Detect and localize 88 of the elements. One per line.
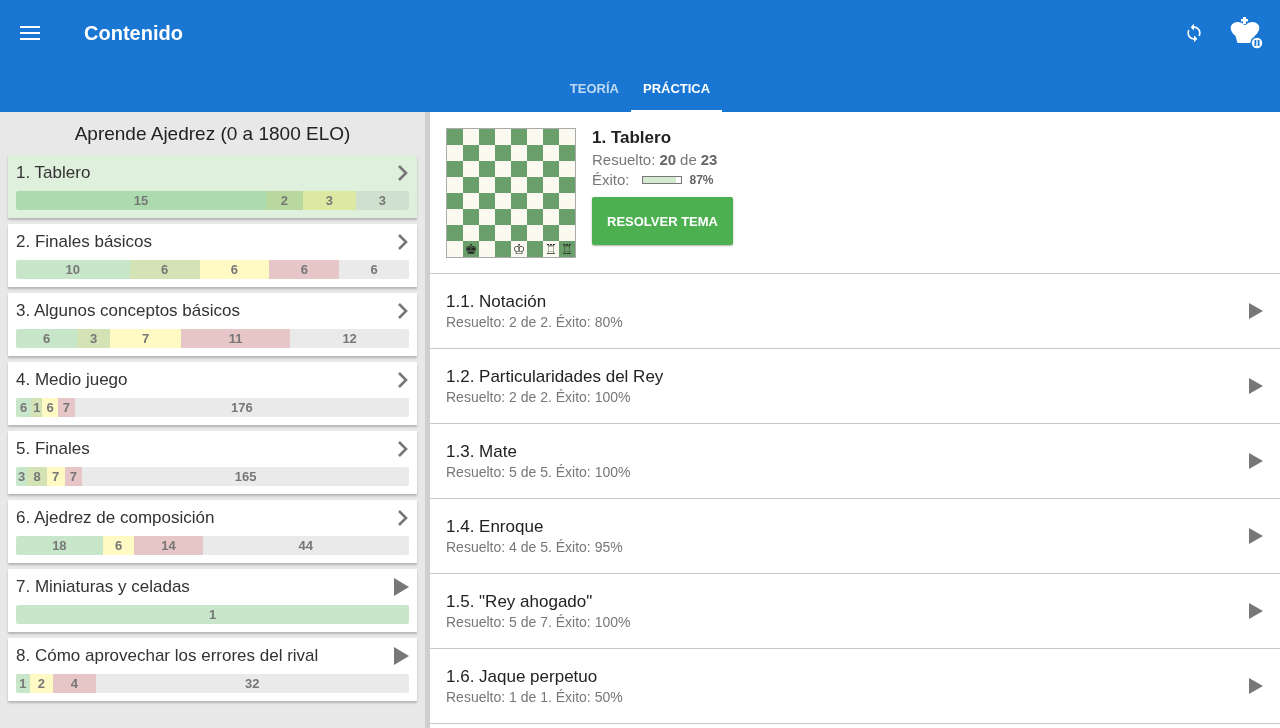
lesson-row[interactable]: 1.2. Particularidades del Rey Resuelto: 2 de 2. Éxito: 100% (430, 349, 1280, 424)
progress-segment: 6 (102, 536, 135, 555)
chapter-card[interactable]: 7. Miniaturas y celadas 1 (8, 569, 417, 632)
chevron-right-icon (397, 371, 409, 389)
play-icon (1249, 528, 1263, 544)
chapter-title: 2. Finales básicos (16, 232, 153, 252)
lesson-row[interactable]: 1.1. Notación Resuelto: 2 de 2. Éxito: 80% (430, 274, 1280, 349)
chapter-title: 7. Miniaturas y celadas (16, 577, 190, 597)
progress-segment: 14 (134, 536, 203, 555)
total-count: 23 (700, 151, 718, 168)
progress-segment: 8 (27, 467, 47, 486)
chapter-title: 6. Ajedrez de composición (16, 508, 215, 528)
sync-icon (1184, 23, 1204, 43)
chess-piece: ♔ (512, 241, 526, 257)
chevron-right-icon (397, 509, 409, 527)
play-icon (393, 578, 409, 596)
chapter-title: 1. Tablero (16, 163, 91, 183)
king-crown-icon (1228, 16, 1264, 50)
lesson-title: 1.6. Jaque perpetuo (446, 667, 599, 687)
chess-piece: ♖ (544, 241, 558, 257)
progress-segment: 6 (16, 398, 32, 417)
lesson-row[interactable]: 1.3. Mate Resuelto: 5 de 5. Éxito: 100% (430, 424, 1280, 499)
lesson-title: 1.3. Mate (446, 442, 518, 462)
chess-piece: ♖ (560, 241, 574, 257)
chevron-right-icon (397, 440, 409, 458)
progress-segment: 3 (302, 191, 356, 210)
play-icon (1249, 378, 1263, 394)
progress-segment: 6 (129, 260, 200, 279)
solved-label: Resuelto: (592, 151, 656, 168)
progress-segment: 6 (16, 329, 78, 348)
progress-segment: 3 (16, 467, 28, 486)
chapter-card[interactable]: 3. Algunos conceptos básicos 6 3 7 11 12 (8, 293, 417, 356)
play-icon (393, 647, 409, 665)
chapter-title: 5. Finales (16, 439, 90, 459)
menu-icon (20, 26, 40, 40)
lesson-summary: Resuelto: 1 de 1. Éxito: 50% (446, 689, 623, 705)
play-icon (1249, 303, 1263, 319)
chapter-card[interactable]: 6. Ajedrez de composición 18 6 14 44 (8, 500, 417, 563)
play-icon (1249, 453, 1263, 469)
solved-count: 20 (659, 151, 677, 168)
lesson-title: 1.5. "Rey ahogado" (446, 592, 594, 612)
progress-segment: 10 (16, 260, 130, 279)
lesson-summary: Resuelto: 5 de 5. Éxito: 100% (446, 464, 631, 480)
progress-segment: 1 (31, 398, 43, 417)
lesson-title: 1.4. Enroque (446, 517, 545, 537)
progress-segment: 3 (355, 191, 409, 210)
lesson-row[interactable]: 1.6. Jaque perpetuo Resuelto: 1 de 1. Éxito: 50% (430, 649, 1280, 724)
lesson-title: 1.1. Notación (446, 292, 548, 312)
lesson-title: 1.2. Particularidades del Rey (446, 367, 664, 387)
progress-segment: 1 (16, 674, 30, 693)
progress-segment: 4 (53, 674, 96, 693)
chapter-title: 8. Cómo aprovechar los errores del rival (16, 646, 319, 666)
lesson-summary: Resuelto: 5 de 7. Éxito: 100% (446, 614, 631, 630)
app-title: Contenido (84, 21, 183, 45)
progress-segment: 1 (16, 605, 409, 624)
of-label: de (680, 151, 697, 168)
success-percent: 87% (689, 172, 714, 187)
progress-segment: 15 (16, 191, 266, 210)
lesson-summary: Resuelto: 2 de 2. Éxito: 80% (446, 314, 623, 330)
progress-segment: 3 (77, 329, 111, 348)
lesson-summary: Resuelto: 4 de 5. Éxito: 95% (446, 539, 623, 555)
progress-segment: 7 (110, 329, 182, 348)
chapter-card[interactable]: 4. Medio juego 6 1 6 7 176 (8, 362, 417, 425)
chapter-title: 3. Algunos conceptos básicos (16, 301, 240, 321)
progress-segment: 11 (181, 329, 291, 348)
play-icon (1249, 603, 1263, 619)
progress-segment: 18 (16, 536, 103, 555)
topic-title: 1. Tablero (592, 128, 673, 148)
chess-piece: ♚ (464, 241, 478, 257)
chevron-right-icon (397, 233, 409, 251)
play-icon (1249, 678, 1263, 694)
chevron-right-icon (397, 302, 409, 320)
lesson-row[interactable]: 1.5. "Rey ahogado" Resuelto: 5 de 7. Éxito: 100% (430, 574, 1280, 649)
chevron-right-icon (397, 164, 409, 182)
lesson-summary: Resuelto: 2 de 2. Éxito: 100% (446, 389, 632, 405)
chapter-title: 4. Medio juego (16, 370, 128, 390)
lesson-row[interactable]: 1.4. Enroque Resuelto: 4 de 5. Éxito: 95% (430, 499, 1280, 574)
success-label: Éxito: (592, 171, 630, 188)
progress-segment: 6 (269, 260, 340, 279)
progress-segment: 2 (265, 191, 303, 210)
course-title: Aprende Ajedrez (0 a 1800 ELO) (73, 122, 352, 146)
progress-segment: 6 (42, 398, 58, 417)
chapter-card[interactable]: 2. Finales básicos 10 6 6 6 6 (8, 224, 417, 287)
progress-segment: 6 (199, 260, 270, 279)
chapter-card[interactable]: 1. Tablero 15 2 3 3 (8, 155, 417, 218)
chapter-card[interactable]: 8. Cómo aprovechar los errores del rival 1 2 4 32 (8, 638, 417, 701)
chapter-card[interactable]: 5. Finales 3 8 7 7 165 (8, 431, 417, 494)
progress-segment: 2 (29, 674, 53, 693)
